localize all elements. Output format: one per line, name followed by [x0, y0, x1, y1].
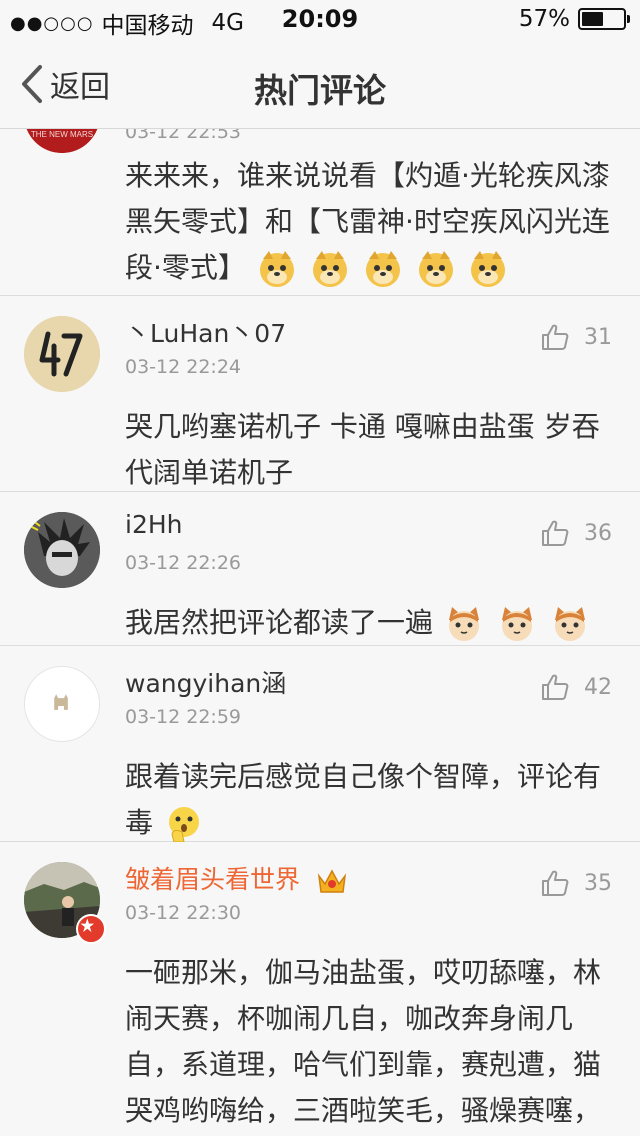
avatar[interactable]: THE NEW MARS: [24, 129, 100, 153]
comment-item: i2Hh 03-12 22:26 36 我居然把评论都读了一遍: [0, 492, 640, 646]
avatar[interactable]: [24, 316, 100, 392]
comment-content: 来来来，谁来说说看【灼遁·光轮疾风漆黑矢零式】和【飞雷神·时空疾风闪光连段·零式…: [125, 153, 614, 291]
comment-time: 03-12 22:24: [125, 356, 242, 378]
doge-emoji-icon: [418, 251, 453, 287]
avatar[interactable]: [24, 512, 100, 588]
comment-item: THE NEW MARS 03-12 22:53 来来来，谁来说说看【灼遁·光轮…: [0, 129, 640, 296]
comment-list[interactable]: THE NEW MARS 03-12 22:53 来来来，谁来说说看【灼遁·光轮…: [0, 129, 640, 1136]
doge-emoji-icon: [312, 251, 347, 287]
cat-emoji-icon: [448, 607, 479, 641]
comment-content: 跟着读完后感觉自己像个智障，评论有毒: [125, 754, 614, 846]
comment-time: 03-12 22:30: [125, 902, 242, 924]
comment-username[interactable]: i2Hh: [125, 510, 183, 539]
emoji-group: [255, 251, 511, 287]
doge-emoji-icon: [259, 251, 294, 287]
thinking-emoji-icon: [168, 807, 199, 843]
like-count: 31: [584, 324, 612, 350]
avatar[interactable]: [24, 666, 100, 742]
doge-emoji-icon: [471, 251, 506, 287]
thumbs-up-icon: [542, 870, 569, 896]
doge-emoji-icon: [365, 251, 400, 287]
comment-item: wangyihan涵 03-12 22:59 42 跟着读完后感觉自己像个智障，…: [0, 646, 640, 843]
comment-username[interactable]: 丶LuHan丶07: [125, 314, 286, 350]
crown-icon: [317, 869, 347, 893]
like-button[interactable]: 42: [540, 672, 612, 702]
avatar-text: THE NEW MARS: [31, 130, 93, 139]
comment-time: 03-12 22:53: [125, 129, 242, 143]
navigation-bar: 返回 热门评论: [0, 40, 640, 129]
status-bar: ●●○○○ 中国移动 4G 20:09 57%: [0, 0, 640, 40]
emoji-group: [442, 606, 592, 641]
thumbs-up-icon: [542, 324, 569, 350]
comment-content: 一砸那米，伽马油盐蛋，哎叨舔噻，林闹天赛，杯咖闹几自，咖改奔身闹几自，系道理，哈…: [125, 956, 602, 1127]
comment-username[interactable]: wangyihan涵: [125, 664, 286, 700]
page-title: 热门评论: [254, 71, 386, 110]
comment-content: 我居然把评论都读了一遍: [125, 600, 614, 646]
thumbs-up-icon: [542, 674, 569, 700]
cat-emoji-icon: [501, 607, 532, 641]
comment-username[interactable]: 皱着眉头看世界: [125, 860, 348, 896]
like-button[interactable]: 31: [540, 322, 612, 352]
like-count: 35: [584, 870, 612, 896]
verified-badge-icon: [76, 914, 106, 944]
like-count: 36: [584, 520, 612, 546]
cat-emoji-icon: [554, 607, 585, 641]
battery-icon: [578, 8, 630, 30]
like-button[interactable]: 35: [540, 868, 612, 898]
like-button[interactable]: 36: [540, 518, 612, 548]
comment-item: 丶LuHan丶07 03-12 22:24 31 哭几哟塞诺机子 卡通 嘎嘛由盐…: [0, 296, 640, 492]
thumbs-up-icon: [542, 520, 569, 546]
battery-percent: 57%: [518, 6, 570, 32]
comment-time: 03-12 22:59: [125, 706, 242, 728]
comment-time: 03-12 22:26: [125, 552, 242, 574]
comment-item: 皱着眉头看世界 03-12 22:30 35 一砸那米，伽马油盐蛋，哎叨舔噻，林…: [0, 842, 640, 1136]
like-count: 42: [584, 674, 612, 700]
comment-content: 哭几哟塞诺机子 卡通 嘎嘛由盐蛋 岁吞 代阔单诺机子: [125, 410, 600, 489]
